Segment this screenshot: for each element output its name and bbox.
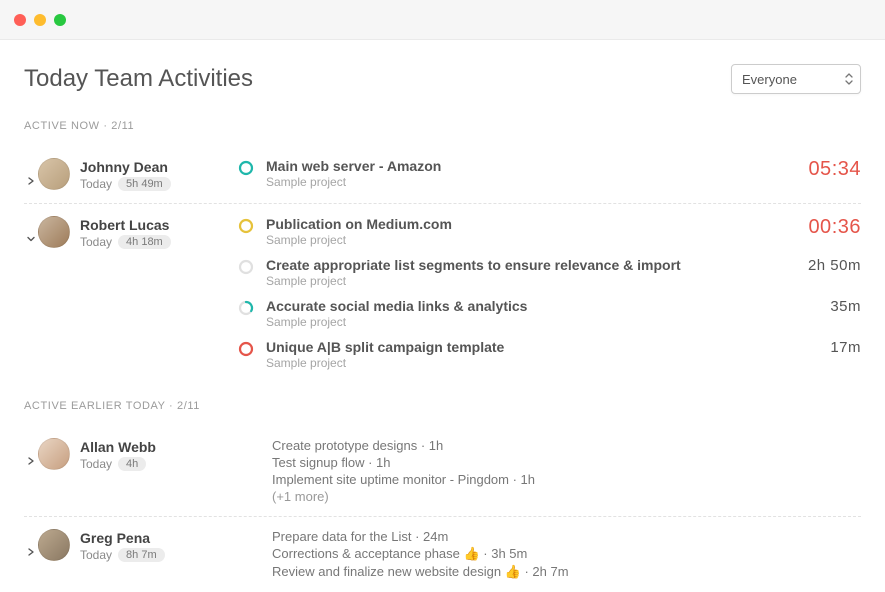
minimize-icon[interactable]	[34, 14, 46, 26]
chevron-right-icon[interactable]	[27, 452, 35, 460]
status-ring-icon	[238, 259, 254, 275]
section-header-active-now: ACTIVE NOW · 2/11	[24, 120, 861, 132]
summary-line: Test signup flow · 1h	[272, 455, 861, 470]
summary-line: Create prototype designs · 1h	[272, 438, 861, 453]
task-timer: 00:36	[776, 216, 861, 239]
duration-pill: 4h	[118, 457, 146, 471]
duration-pill: 5h 49m	[118, 177, 171, 191]
member-name: Robert Lucas	[80, 217, 171, 233]
summary-line: Review and finalize new website design 👍…	[272, 564, 861, 580]
close-icon[interactable]	[14, 14, 26, 26]
task-duration: 17m	[776, 339, 861, 356]
activity-row: Allan Webb Today 4h Create prototype des…	[24, 426, 861, 516]
member-name: Allan Webb	[80, 439, 156, 455]
task-project: Sample project	[266, 356, 764, 370]
task-summary-list: Create prototype designs · 1h Test signu…	[238, 438, 861, 504]
task-title: Publication on Medium.com	[266, 216, 764, 232]
member-day: Today	[80, 235, 112, 249]
avatar	[38, 438, 70, 470]
task-item[interactable]: Unique A|B split campaign template Sampl…	[238, 339, 861, 370]
summary-more[interactable]: (+1 more)	[272, 489, 861, 504]
task-project: Sample project	[266, 274, 764, 288]
task-item[interactable]: Publication on Medium.com Sample project…	[238, 216, 861, 247]
summary-line: Corrections & acceptance phase 👍 · 3h 5m	[272, 546, 861, 562]
summary-line: Implement site uptime monitor - Pingdom …	[272, 472, 861, 487]
avatar	[38, 216, 70, 248]
task-timer: 05:34	[776, 158, 861, 181]
task-project: Sample project	[266, 233, 764, 247]
activity-row: Johnny Dean Today 5h 49m Main web server…	[24, 146, 861, 203]
avatar	[38, 158, 70, 190]
activity-row: Robert Lucas Today 4h 18m Publication on…	[24, 203, 861, 382]
task-title: Accurate social media links & analytics	[266, 298, 764, 314]
window-titlebar	[0, 0, 885, 40]
filter-selected-value: Everyone	[742, 72, 797, 87]
task-summary-list: Prepare data for the List · 24m Correcti…	[238, 529, 861, 580]
avatar	[38, 529, 70, 561]
task-duration: 2h 50m	[776, 257, 861, 274]
task-item[interactable]: Main web server - Amazon Sample project …	[238, 158, 861, 189]
chevron-down-icon[interactable]	[27, 230, 35, 238]
select-chevrons-icon	[844, 71, 854, 87]
duration-pill: 8h 7m	[118, 548, 165, 562]
member-day: Today	[80, 177, 112, 191]
section-header-active-earlier: ACTIVE EARLIER TODAY · 2/11	[24, 400, 861, 412]
filter-select[interactable]: Everyone	[731, 64, 861, 94]
chevron-right-icon[interactable]	[27, 543, 35, 551]
task-item[interactable]: Accurate social media links & analytics …	[238, 298, 861, 329]
summary-line: Prepare data for the List · 24m	[272, 529, 861, 544]
status-ring-icon	[238, 341, 254, 357]
chevron-right-icon[interactable]	[27, 172, 35, 180]
member-name: Johnny Dean	[80, 159, 171, 175]
maximize-icon[interactable]	[54, 14, 66, 26]
member-day: Today	[80, 457, 112, 471]
task-title: Main web server - Amazon	[266, 158, 764, 174]
task-duration: 35m	[776, 298, 861, 315]
activity-row: Greg Pena Today 8h 7m Prepare data for t…	[24, 516, 861, 592]
duration-pill: 4h 18m	[118, 235, 171, 249]
member-name: Greg Pena	[80, 530, 165, 546]
page-title: Today Team Activities	[24, 65, 253, 93]
status-ring-icon	[238, 218, 254, 234]
task-title: Unique A|B split campaign template	[266, 339, 764, 355]
status-ring-icon	[238, 300, 254, 316]
task-project: Sample project	[266, 175, 764, 189]
member-day: Today	[80, 548, 112, 562]
task-project: Sample project	[266, 315, 764, 329]
task-item[interactable]: Create appropriate list segments to ensu…	[238, 257, 861, 288]
status-ring-icon	[238, 160, 254, 176]
task-title: Create appropriate list segments to ensu…	[266, 257, 764, 273]
